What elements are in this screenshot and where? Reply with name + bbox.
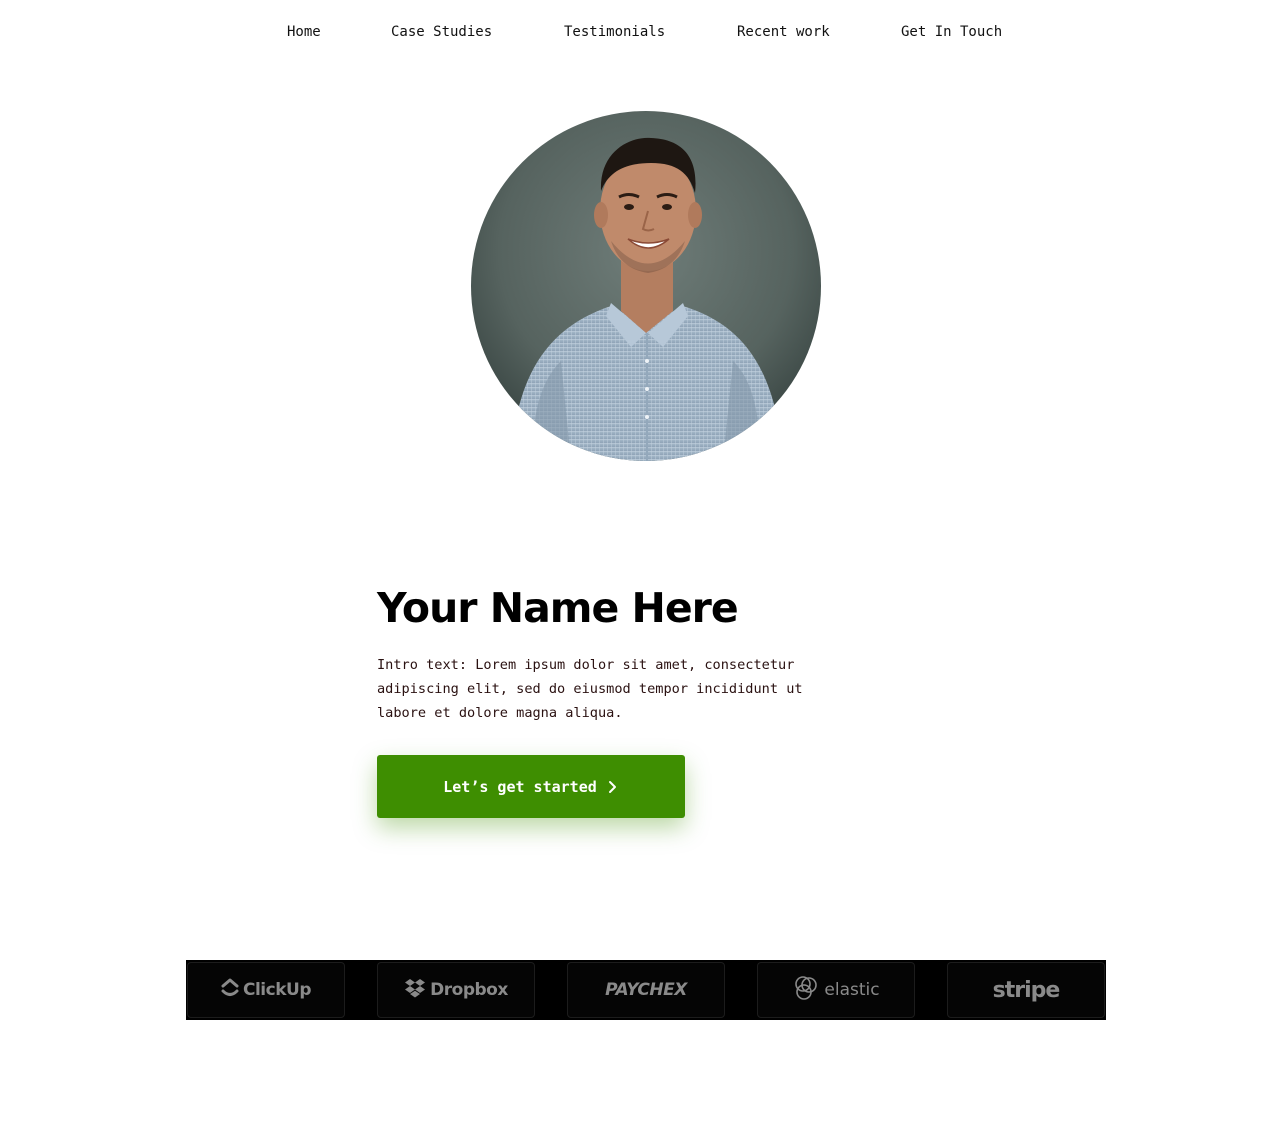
profile-photo bbox=[471, 111, 821, 461]
logo-text-elastic: elastic bbox=[824, 980, 880, 1000]
clickup-icon bbox=[221, 978, 239, 1002]
nav-link-home[interactable]: Home bbox=[287, 22, 321, 42]
logo-dropbox: Dropbox bbox=[377, 962, 535, 1018]
logo-paychex: PAYCHEX bbox=[567, 962, 725, 1018]
client-logos-bar: ClickUp Dropbox PAYCHEX elastic stripe bbox=[186, 960, 1106, 1020]
get-started-button[interactable]: Let’s get started bbox=[377, 755, 685, 818]
intro-text: Intro text: Lorem ipsum dolor sit amet, … bbox=[377, 657, 803, 721]
logo-text-stripe: stripe bbox=[992, 977, 1061, 1003]
dropbox-icon bbox=[404, 978, 426, 1002]
logo-text-dropbox: Dropbox bbox=[430, 980, 508, 1000]
logo-clickup: ClickUp bbox=[187, 962, 345, 1018]
logo-text-clickup: ClickUp bbox=[243, 980, 312, 1000]
top-nav: Home Case Studies Testimonials Recent wo… bbox=[0, 22, 1286, 44]
logo-elastic: elastic bbox=[757, 962, 915, 1018]
nav-link-recent-work[interactable]: Recent work bbox=[737, 22, 830, 42]
elastic-icon bbox=[792, 974, 820, 1006]
nav-link-case-studies[interactable]: Case Studies bbox=[391, 22, 492, 42]
nav-link-get-in-touch[interactable]: Get In Touch bbox=[901, 22, 1002, 42]
logo-stripe: stripe bbox=[947, 962, 1105, 1018]
get-started-label: Let’s get started bbox=[443, 777, 597, 796]
logo-text-paychex: PAYCHEX bbox=[605, 980, 687, 1000]
chevron-right-icon bbox=[607, 780, 619, 794]
nav-link-testimonials[interactable]: Testimonials bbox=[564, 22, 665, 42]
hero-name-heading: Your Name Here bbox=[377, 584, 739, 632]
